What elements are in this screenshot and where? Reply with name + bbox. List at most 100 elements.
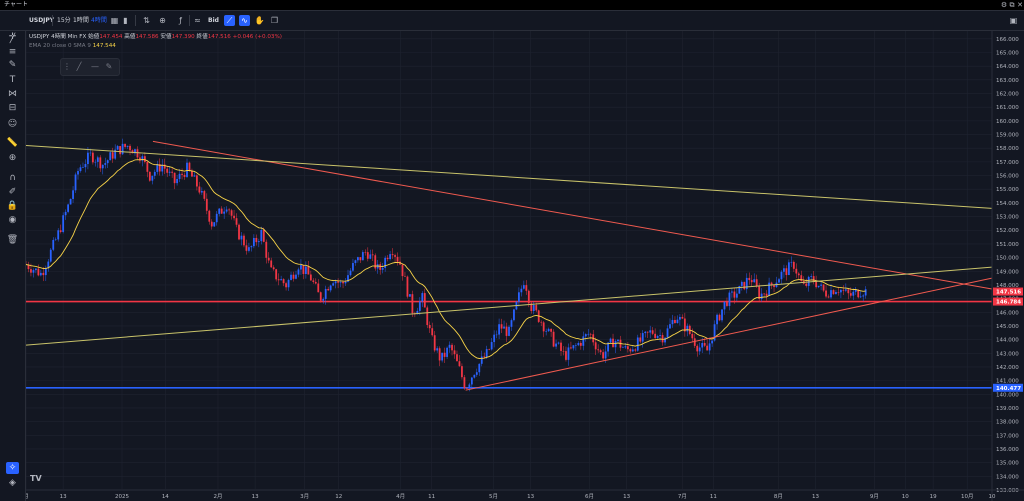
- price-tick-label: 160.000: [996, 119, 1019, 125]
- candle-body: [589, 333, 592, 335]
- trend-icon[interactable]: ⟋: [224, 15, 235, 26]
- candle-body: [679, 317, 681, 320]
- price-tick-label: 155.000: [996, 187, 1019, 193]
- horizontal-lines: [26, 300, 992, 389]
- legend-symbol: USDJPY: [29, 34, 50, 40]
- layout-icon[interactable]: ▣: [1008, 15, 1019, 26]
- brush-icon[interactable]: ✎: [6, 59, 19, 71]
- candle-body: [384, 257, 387, 268]
- candle-body: [510, 320, 513, 327]
- trendline-icon[interactable]: ╱: [6, 33, 19, 45]
- candle-body: [37, 268, 40, 276]
- time-tick-label: 19: [930, 494, 937, 500]
- candle-body: [324, 288, 327, 299]
- candle-body: [698, 347, 701, 352]
- pen-icon[interactable]: ✎: [103, 61, 115, 73]
- zoom-icon[interactable]: ⊕: [6, 152, 19, 164]
- hand-icon[interactable]: ✋: [254, 15, 265, 26]
- fib-icon[interactable]: ≡: [6, 46, 19, 58]
- candle-body: [59, 230, 62, 232]
- line-chart-icon[interactable]: ≈: [192, 15, 203, 26]
- price-label: 146.784: [996, 300, 1021, 306]
- candle-body: [535, 305, 538, 311]
- candle-body: [69, 198, 72, 205]
- candle-body: [277, 279, 280, 281]
- calendar-icon[interactable]: ▦: [109, 15, 120, 26]
- candle-body: [750, 280, 753, 283]
- price-tick-label: 135.000: [996, 461, 1019, 467]
- candle-body: [483, 356, 486, 358]
- time-tick-label: 10月: [961, 493, 974, 500]
- favorites-icon[interactable]: ✧: [6, 462, 19, 474]
- candle-body: [505, 326, 508, 336]
- candle-body: [470, 377, 473, 385]
- time-tick-label: 9月: [870, 493, 879, 500]
- eye-icon[interactable]: ◉: [6, 214, 19, 226]
- close-icon[interactable]: ✕: [1016, 1, 1024, 9]
- candle-body: [215, 213, 218, 223]
- drag-handle-icon[interactable]: ⋮: [61, 61, 73, 73]
- ruler-icon[interactable]: 📏: [6, 137, 19, 149]
- layers-icon[interactable]: ◈: [6, 477, 19, 489]
- indicators-icon[interactable]: ƒ: [175, 15, 186, 26]
- line-tool-icon[interactable]: ╱: [73, 61, 85, 73]
- candle-body: [743, 281, 746, 290]
- pattern-icon[interactable]: ⋈: [6, 88, 19, 100]
- candle-body: [852, 291, 855, 296]
- measure-range-icon[interactable]: ⊟: [6, 102, 19, 114]
- symbol-search-button[interactable]: USDJPY: [29, 11, 54, 30]
- wave-icon[interactable]: ∿: [239, 15, 250, 26]
- candle-body: [334, 281, 337, 284]
- trash-icon[interactable]: 🗑: [6, 234, 19, 246]
- candle-body: [228, 209, 231, 211]
- time-tick-label: 13: [60, 494, 67, 500]
- candle-body: [503, 326, 505, 329]
- bid-button[interactable]: Bid: [208, 11, 219, 30]
- interval-1h-button[interactable]: 1時間: [73, 11, 89, 30]
- candle-body: [577, 342, 580, 346]
- candle-body: [547, 328, 550, 332]
- time-tick-label: 11: [710, 494, 717, 500]
- candle-body: [666, 328, 669, 338]
- candle-body: [609, 338, 612, 343]
- emoji-icon[interactable]: ☺: [6, 118, 19, 130]
- price-tick-label: 145.000: [996, 324, 1019, 330]
- candle-body: [52, 239, 55, 250]
- candle-body: [200, 191, 203, 193]
- price-tick-label: 154.000: [996, 201, 1019, 207]
- candles-icon[interactable]: ▮: [120, 15, 131, 26]
- copy-icon[interactable]: ❐: [269, 15, 280, 26]
- candle-body: [74, 174, 77, 191]
- candle-body: [116, 146, 119, 150]
- candle-body: [421, 293, 424, 302]
- add-symbol-icon[interactable]: ⊕: [157, 15, 168, 26]
- candle-body: [394, 255, 396, 257]
- candle-body: [265, 241, 268, 258]
- price-chart[interactable]: 166.000 165.000 164.000 163.000 162.000 161.0…: [26, 31, 1024, 501]
- lock-icon[interactable]: 🔒: [6, 200, 19, 212]
- line-style-icon[interactable]: —: [89, 61, 101, 73]
- time-tick-label: 11: [428, 494, 435, 500]
- draw-mode-icon[interactable]: ✐: [6, 186, 19, 198]
- price-tick-label: 146.000: [996, 310, 1019, 316]
- settings-icon[interactable]: ⚙: [1000, 1, 1008, 9]
- candle-body: [418, 301, 421, 311]
- compare-icon[interactable]: ⇅: [141, 15, 152, 26]
- candle-body: [728, 292, 731, 306]
- interval-15m-button[interactable]: 15分: [57, 11, 71, 30]
- time-tick-label: 4月: [396, 493, 405, 500]
- popout-icon[interactable]: ⧉: [1008, 1, 1016, 9]
- price-tick-label: 144.000: [996, 338, 1019, 344]
- interval-4h-button[interactable]: 4時間: [91, 11, 107, 30]
- candle-body: [314, 281, 317, 284]
- magnet-icon[interactable]: ∩: [6, 172, 19, 184]
- candle-body: [339, 281, 342, 283]
- candle-body: [594, 342, 597, 350]
- candle-body: [822, 284, 825, 291]
- candle-body: [624, 346, 627, 348]
- price-tick-label: 137.000: [996, 433, 1019, 439]
- candle-body: [126, 145, 129, 147]
- text-icon[interactable]: T: [6, 74, 19, 86]
- candle-body: [622, 347, 624, 349]
- candle-body: [453, 350, 456, 355]
